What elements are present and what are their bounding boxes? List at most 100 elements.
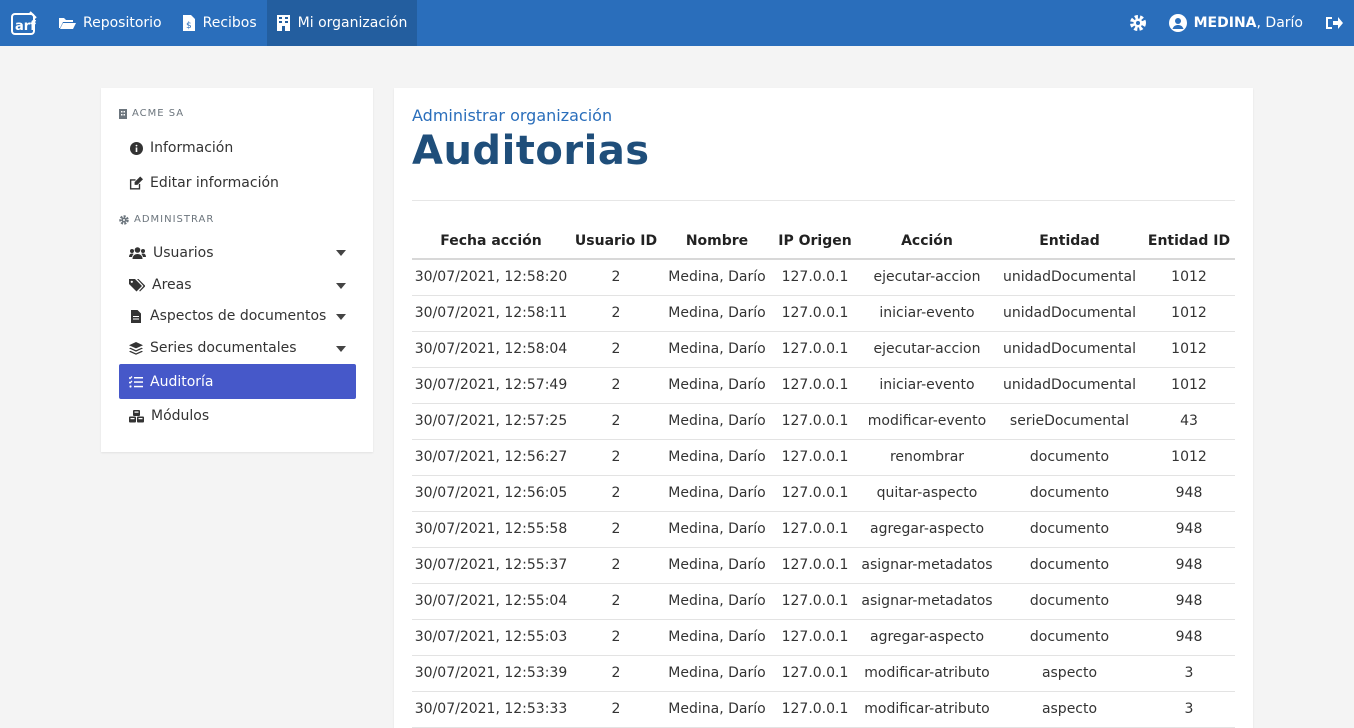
title-divider <box>412 200 1235 201</box>
caret-down-icon[interactable] <box>336 250 346 256</box>
sidebar-item-label: Información <box>150 140 234 156</box>
cell-fecha-accion: 30/07/2021, 12:53:39 <box>412 655 570 692</box>
cell-usuario-id: 2 <box>570 439 662 476</box>
cell-ip-origen: 127.0.0.1 <box>772 655 858 692</box>
table-row[interactable]: 30/07/2021, 12:55:03 2 Medina, Darío 127.0.… <box>412 619 1235 656</box>
sidebar-item-modulos[interactable]: Módulos <box>119 399 356 433</box>
logout-button[interactable] <box>1314 16 1354 30</box>
cell-nombre: Medina, Darío <box>662 691 772 728</box>
cell-entidad: unidadDocumental <box>996 367 1143 404</box>
cell-accion: iniciar-evento <box>858 295 996 332</box>
caret-down-icon[interactable] <box>336 283 346 289</box>
cell-entidad-id: 1012 <box>1143 331 1235 368</box>
cell-entidad-id: 1012 <box>1143 295 1235 332</box>
cell-nombre: Medina, Darío <box>662 439 772 476</box>
cell-nombre: Medina, Darío <box>662 295 772 332</box>
column-header-entidad[interactable]: Entidad <box>996 223 1143 260</box>
cell-usuario-id: 2 <box>570 547 662 584</box>
building-small-icon <box>119 108 127 119</box>
sidebar-item-label: Editar información <box>150 175 279 191</box>
table-row[interactable]: 30/07/2021, 12:55:37 2 Medina, Darío 127.0.… <box>412 547 1235 584</box>
column-header-nombre[interactable]: Nombre <box>662 223 772 260</box>
cell-fecha-accion: 30/07/2021, 12:55:58 <box>412 511 570 548</box>
user-circle-icon <box>1168 14 1187 32</box>
sidebar-item-label: Aspectos de documentos <box>150 308 327 324</box>
layers-icon <box>129 341 143 355</box>
table-row[interactable]: 30/07/2021, 12:53:39 2 Medina, Darío 127.0.… <box>412 655 1235 692</box>
column-header-accion[interactable]: Acción <box>858 223 996 260</box>
sign-out-icon <box>1325 16 1343 30</box>
table-row[interactable]: 30/07/2021, 12:57:49 2 Medina, Darío 127.0.… <box>412 367 1235 404</box>
cell-usuario-id: 2 <box>570 367 662 404</box>
cell-nombre: Medina, Darío <box>662 619 772 656</box>
caret-down-icon[interactable] <box>336 314 346 320</box>
folder-open-icon <box>58 16 76 30</box>
table-row[interactable]: 30/07/2021, 12:58:11 2 Medina, Darío 127.0.… <box>412 295 1235 332</box>
table-row[interactable]: 30/07/2021, 12:58:20 2 Medina, Darío 127.0.… <box>412 259 1235 296</box>
cell-accion: renombrar <box>858 439 996 476</box>
info-circle-icon <box>129 141 143 155</box>
nav-repositorio[interactable]: Repositorio <box>48 0 172 46</box>
cell-usuario-id: 2 <box>570 295 662 332</box>
sidebar-item-label: Areas <box>152 277 192 293</box>
cell-entidad-id: 948 <box>1143 547 1235 584</box>
table-row[interactable]: 30/07/2021, 12:57:25 2 Medina, Darío 127.0.… <box>412 403 1235 440</box>
cell-entidad: documento <box>996 439 1143 476</box>
sidebar-item-aspectos-de-documentos[interactable]: Aspectos de documentos <box>119 300 356 332</box>
audit-table-body: 30/07/2021, 12:58:20 2 Medina, Darío 127.0.… <box>412 259 1235 728</box>
cell-accion: asignar-metadatos <box>858 583 996 620</box>
sidebar-item-usuarios[interactable]: Usuarios <box>119 236 356 270</box>
cell-usuario-id: 2 <box>570 511 662 548</box>
file-icon <box>129 309 143 323</box>
cell-entidad-id: 3 <box>1143 655 1235 692</box>
cell-entidad-id: 1012 <box>1143 367 1235 404</box>
cell-entidad-id: 1012 <box>1143 439 1235 476</box>
cell-usuario-id: 2 <box>570 691 662 728</box>
sidebar-item-areas[interactable]: Areas <box>119 269 356 301</box>
cell-nombre: Medina, Darío <box>662 547 772 584</box>
cell-fecha-accion: 30/07/2021, 12:56:05 <box>412 475 570 512</box>
cell-entidad-id: 948 <box>1143 619 1235 656</box>
cell-ip-origen: 127.0.0.1 <box>772 475 858 512</box>
cell-usuario-id: 2 <box>570 583 662 620</box>
cell-ip-origen: 127.0.0.1 <box>772 259 858 296</box>
column-header-entidad-id[interactable]: Entidad ID <box>1143 223 1235 260</box>
sidebar-item-series-documentales[interactable]: Series documentales <box>119 332 356 364</box>
cell-nombre: Medina, Darío <box>662 475 772 512</box>
users-icon <box>129 246 146 260</box>
nav-recibos[interactable]: $ Recibos <box>172 0 267 46</box>
column-header-usuario-id[interactable]: Usuario ID <box>570 223 662 260</box>
audit-table: Fecha acción Usuario ID Nombre IP Origen… <box>412 223 1235 728</box>
table-row[interactable]: 30/07/2021, 12:56:05 2 Medina, Darío 127.0.… <box>412 475 1235 512</box>
cell-entidad: documento <box>996 511 1143 548</box>
settings-button[interactable] <box>1118 14 1158 32</box>
caret-down-icon[interactable] <box>336 346 346 352</box>
sidebar-item-auditoria[interactable]: Auditoría <box>119 364 356 399</box>
cell-ip-origen: 127.0.0.1 <box>772 331 858 368</box>
sidebar-item-informacion[interactable]: Información <box>119 131 356 165</box>
edit-icon <box>129 176 143 190</box>
cell-nombre: Medina, Darío <box>662 331 772 368</box>
cell-usuario-id: 2 <box>570 259 662 296</box>
column-header-fecha-accion[interactable]: Fecha acción <box>412 223 570 260</box>
table-row[interactable]: 30/07/2021, 12:55:04 2 Medina, Darío 127.0.… <box>412 583 1235 620</box>
nav-recibos-label: Recibos <box>202 15 257 31</box>
cell-fecha-accion: 30/07/2021, 12:55:03 <box>412 619 570 656</box>
cell-ip-origen: 127.0.0.1 <box>772 691 858 728</box>
table-row[interactable]: 30/07/2021, 12:53:33 2 Medina, Darío 127.0.… <box>412 691 1235 728</box>
sidebar-item-label: Auditoría <box>150 373 214 390</box>
table-row[interactable]: 30/07/2021, 12:55:58 2 Medina, Darío 127.0.… <box>412 511 1235 548</box>
user-menu[interactable]: MEDINA, Darío <box>1158 14 1314 32</box>
cell-entidad: unidadDocumental <box>996 331 1143 368</box>
admin-heading: ADMINISTRAR <box>119 214 214 225</box>
cell-nombre: Medina, Darío <box>662 259 772 296</box>
arf-logo-icon[interactable]: arf <box>0 0 48 46</box>
column-header-ip-origen[interactable]: IP Origen <box>772 223 858 260</box>
table-row[interactable]: 30/07/2021, 12:56:27 2 Medina, Darío 127.0.… <box>412 439 1235 476</box>
table-row[interactable]: 30/07/2021, 12:58:04 2 Medina, Darío 127.0.… <box>412 331 1235 368</box>
table-header-row: Fecha acción Usuario ID Nombre IP Origen… <box>412 223 1235 260</box>
main-card: Administrar organización Auditorias Fech… <box>394 88 1253 728</box>
nav-mi-organizacion[interactable]: Mi organización <box>266 0 418 46</box>
sidebar-item-editar-informacion[interactable]: Editar información <box>119 166 356 200</box>
admin-heading-label: ADMINISTRAR <box>134 214 215 225</box>
